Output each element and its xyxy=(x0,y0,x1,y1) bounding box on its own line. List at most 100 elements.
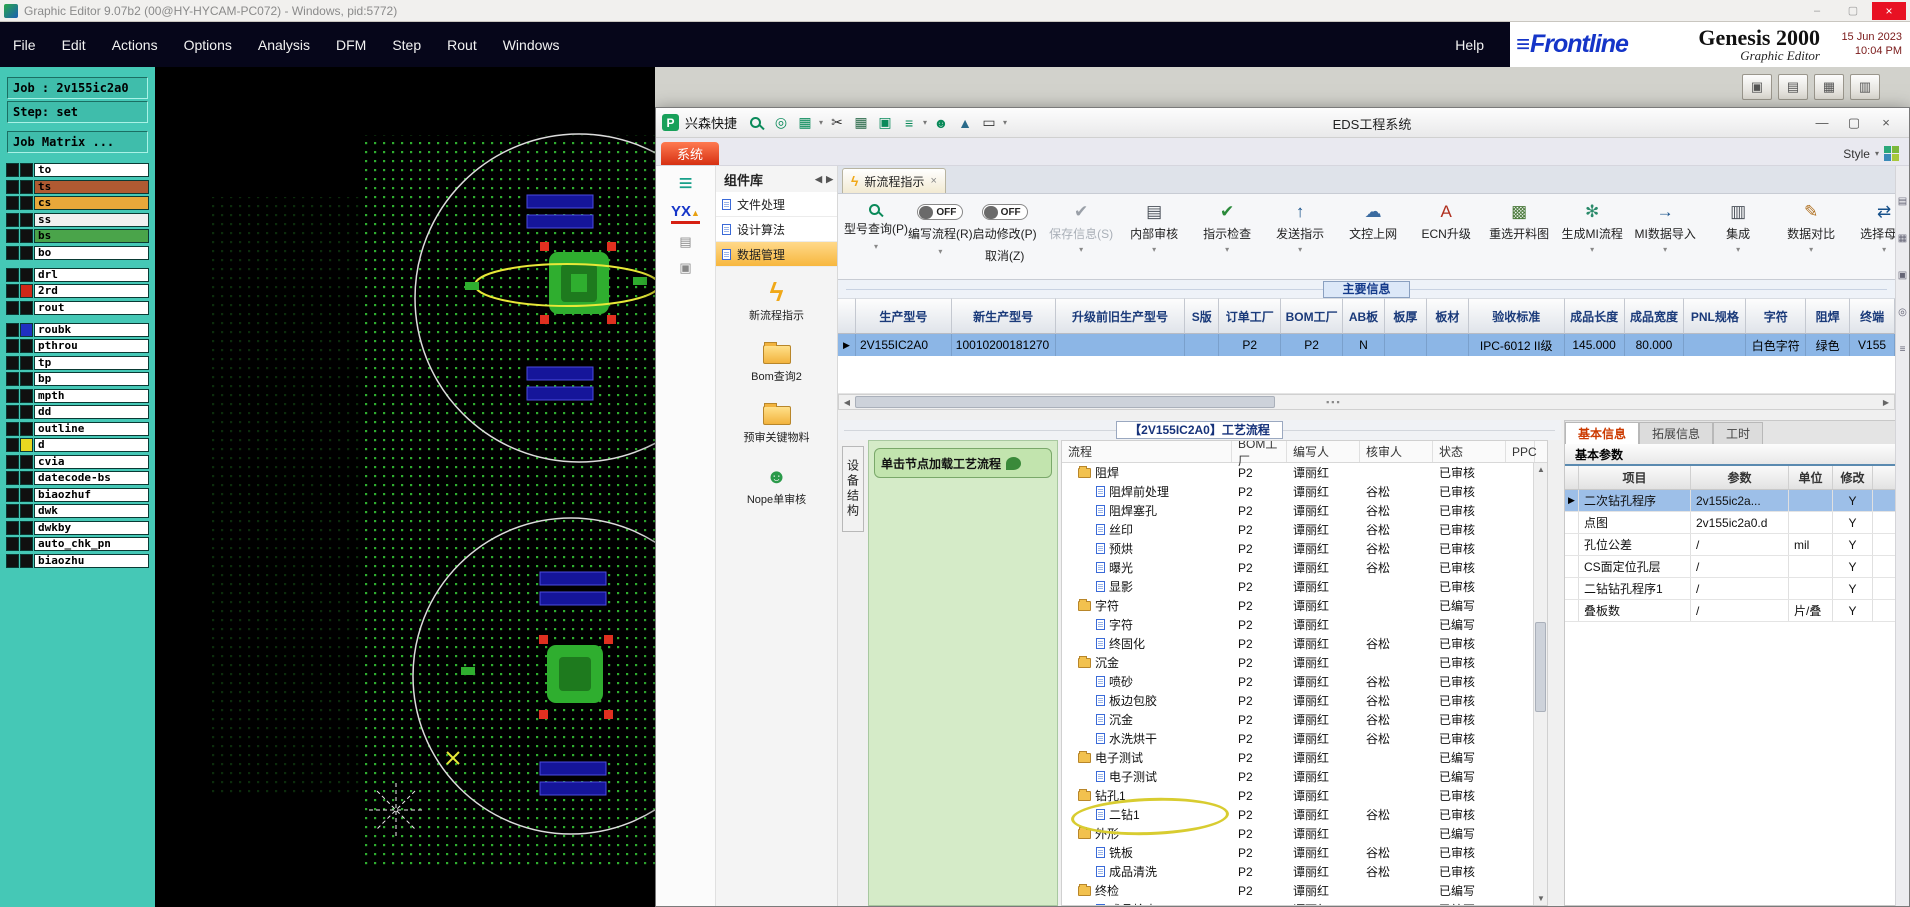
flow-column-header[interactable]: 核审人 xyxy=(1360,441,1433,462)
layer-context-square[interactable] xyxy=(6,267,19,282)
library-tool-1[interactable]: ϟ 新流程指示 xyxy=(749,279,804,323)
layer-name[interactable]: bs xyxy=(34,229,149,243)
property-cell[interactable]: 2v155ic2a0.d xyxy=(1691,512,1789,533)
column-header[interactable]: AB板 xyxy=(1343,298,1385,334)
layer-name[interactable]: bo xyxy=(34,245,149,260)
grid-icon[interactable]: ▦ xyxy=(850,114,872,131)
layer-row-outline[interactable]: outline xyxy=(6,421,149,436)
property-column-header[interactable]: 单位 xyxy=(1789,466,1833,489)
properties-tab-3[interactable]: 工时 xyxy=(1713,422,1764,444)
pages-icon[interactable]: ▣ xyxy=(874,114,896,131)
layer-context-square[interactable] xyxy=(6,212,19,227)
rail-tool-icon-2[interactable]: ▣ xyxy=(679,260,691,276)
flow-step-row[interactable]: 成品清洗 P2 谭丽红 谷松 已审核 xyxy=(1062,862,1547,881)
layer-row-bs[interactable]: bs xyxy=(6,229,149,243)
flow-column-header[interactable]: BOM工厂 xyxy=(1232,441,1287,468)
close-button[interactable]: × xyxy=(1872,1,1906,20)
eds-minimize-button[interactable]: — xyxy=(1813,115,1831,131)
property-cell[interactable]: mil xyxy=(1789,534,1833,555)
layer-color-square[interactable] xyxy=(20,553,33,568)
property-row[interactable]: 点图 2v155ic2a0.d Y xyxy=(1565,512,1896,534)
library-item-3[interactable]: 数据管理 xyxy=(716,242,837,267)
column-header[interactable]: 终端 xyxy=(1850,298,1896,334)
property-cell[interactable]: 叠板数 xyxy=(1579,600,1691,621)
flow-step-row[interactable]: 二钻1 P2 谭丽红 谷松 已审核 xyxy=(1062,805,1547,824)
column-header[interactable]: BOM工厂 xyxy=(1281,298,1344,334)
layer-row-roubk[interactable]: roubk xyxy=(6,322,149,337)
layer-name[interactable]: d xyxy=(34,438,149,452)
layer-context-square[interactable] xyxy=(6,196,19,210)
layer-color-square[interactable] xyxy=(20,520,33,535)
table-icon[interactable]: ▦ xyxy=(794,114,816,131)
layer-row-biaozhu[interactable]: biaozhu xyxy=(6,553,149,568)
ribbon-button-import[interactable]: → MI数据导入 ▾ xyxy=(1629,200,1702,254)
menu-item-dfm[interactable]: DFM xyxy=(323,37,379,53)
layer-color-square[interactable] xyxy=(20,454,33,469)
layer-context-square[interactable] xyxy=(6,322,19,337)
layer-context-square[interactable] xyxy=(6,405,19,419)
layer-row-datecode-bs[interactable]: datecode-bs xyxy=(6,471,149,485)
main-info-cell[interactable]: 2V155IC2A0 xyxy=(856,334,952,356)
side-tool-icon-3[interactable]: ▣ xyxy=(1898,270,1907,281)
layer-name[interactable]: outline xyxy=(34,421,149,436)
property-cell[interactable]: 片/叠 xyxy=(1789,600,1833,621)
layer-row-ss[interactable]: ss xyxy=(6,212,149,227)
main-info-cell[interactable]: N xyxy=(1343,334,1385,356)
ribbon-button-check[interactable]: ✔ 指示检查 ▾ xyxy=(1191,200,1264,254)
flow-step-row[interactable]: 预烘 P2 谭丽红 谷松 已审核 xyxy=(1062,539,1547,558)
user-icon[interactable]: ☻ xyxy=(930,115,952,131)
ribbon-button-edit[interactable]: ✎ 数据对比 ▾ xyxy=(1775,200,1848,254)
layer-color-square[interactable] xyxy=(20,196,33,210)
layer-row-pthrou[interactable]: pthrou xyxy=(6,339,149,353)
menu-item-help[interactable]: Help xyxy=(1429,37,1510,53)
chevron-down-icon[interactable]: ▾ xyxy=(938,247,942,256)
layer-color-square[interactable] xyxy=(20,322,33,337)
layer-row-bp[interactable]: bp xyxy=(6,372,149,386)
layer-color-square[interactable] xyxy=(20,438,33,452)
main-info-cell[interactable] xyxy=(1056,334,1186,356)
layer-name[interactable]: cvia xyxy=(34,454,149,469)
column-header[interactable]: 阻焊 xyxy=(1806,298,1851,334)
property-cell[interactable] xyxy=(1789,490,1833,511)
flow-folder-row[interactable]: 电子测试 P2 谭丽红 已编写 xyxy=(1062,748,1547,767)
layer-row-dwkby[interactable]: dwkby xyxy=(6,520,149,535)
layer-name[interactable]: bp xyxy=(34,372,149,386)
flow-column-header[interactable]: 编写人 xyxy=(1287,441,1360,462)
layer-context-square[interactable] xyxy=(6,229,19,243)
modify-group[interactable]: OFF 启动修改(P) 取消(Z) xyxy=(973,200,1037,264)
layer-row-dd[interactable]: dd xyxy=(6,405,149,419)
layer-context-square[interactable] xyxy=(6,421,19,436)
property-cell[interactable]: CS面定位孔层 xyxy=(1579,556,1691,577)
tab-system[interactable]: 系统 xyxy=(661,142,719,165)
layer-context-square[interactable] xyxy=(6,372,19,386)
flow-step-row[interactable]: 电子测试 P2 谭丽红 已编写 xyxy=(1062,767,1547,786)
column-header[interactable]: 升级前旧生产型号 xyxy=(1055,298,1186,334)
main-info-cell[interactable] xyxy=(1427,334,1469,356)
job-matrix-button[interactable]: Job Matrix ... xyxy=(7,131,148,153)
main-info-row[interactable]: ▶ 2V155IC2A0 10010200181270 P2 P2 N IPC-6012 I… xyxy=(838,334,1896,356)
layer-context-square[interactable] xyxy=(6,355,19,370)
rail-tool-icon-1[interactable]: ▤ xyxy=(679,234,691,250)
layer-name[interactable]: dd xyxy=(34,405,149,419)
window-tool-4[interactable]: ▥ xyxy=(1850,74,1880,100)
vertical-scrollbar[interactable]: ▲ ▼ xyxy=(1533,463,1547,905)
main-info-cell[interactable] xyxy=(1684,334,1747,356)
tab-new-flow-instruction[interactable]: ϟ 新流程指示 × xyxy=(842,168,946,193)
properties-tab-1[interactable]: 基本信息 xyxy=(1565,422,1640,444)
main-info-cell[interactable]: V155 xyxy=(1850,334,1896,356)
main-info-cell[interactable]: IPC-6012 II级 xyxy=(1469,334,1565,356)
layer-row-rout[interactable]: rout xyxy=(6,300,149,315)
property-row[interactable]: 二钻钻孔程序1/ Y xyxy=(1565,578,1896,600)
layer-row-bo[interactable]: bo xyxy=(6,245,149,260)
layer-name[interactable]: ss xyxy=(34,212,149,227)
chevron-down-icon[interactable]: ▾ xyxy=(874,242,878,251)
splitter-handle[interactable]: ▪▪▪ xyxy=(1326,397,1342,407)
main-info-cell[interactable] xyxy=(1185,334,1220,356)
layer-context-square[interactable] xyxy=(6,438,19,452)
library-item-2[interactable]: 设计算法 xyxy=(716,217,837,242)
side-tool-icon-5[interactable]: ≡ xyxy=(1900,344,1906,355)
property-cell[interactable]: / xyxy=(1691,534,1789,555)
layer-color-square[interactable] xyxy=(20,471,33,485)
basic-params-subtab[interactable]: 基本参数 xyxy=(1565,444,1896,466)
property-cell[interactable]: / xyxy=(1691,600,1789,621)
